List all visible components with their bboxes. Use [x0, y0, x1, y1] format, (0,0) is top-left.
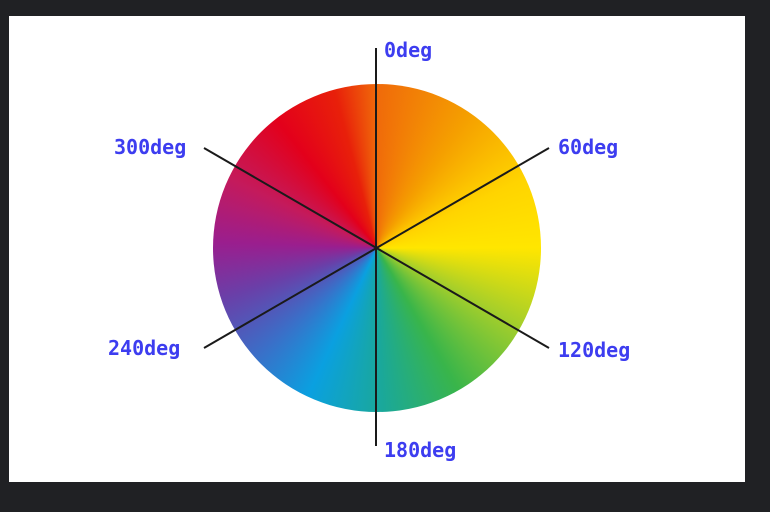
label-240deg: 240deg: [108, 336, 181, 360]
label-120deg: 120deg: [558, 338, 631, 362]
label-300deg: 300deg: [114, 135, 187, 159]
angle-lines: [203, 48, 550, 446]
label-180deg: 180deg: [384, 438, 457, 462]
label-0deg: 0deg: [384, 38, 433, 62]
label-60deg: 60deg: [558, 135, 619, 159]
